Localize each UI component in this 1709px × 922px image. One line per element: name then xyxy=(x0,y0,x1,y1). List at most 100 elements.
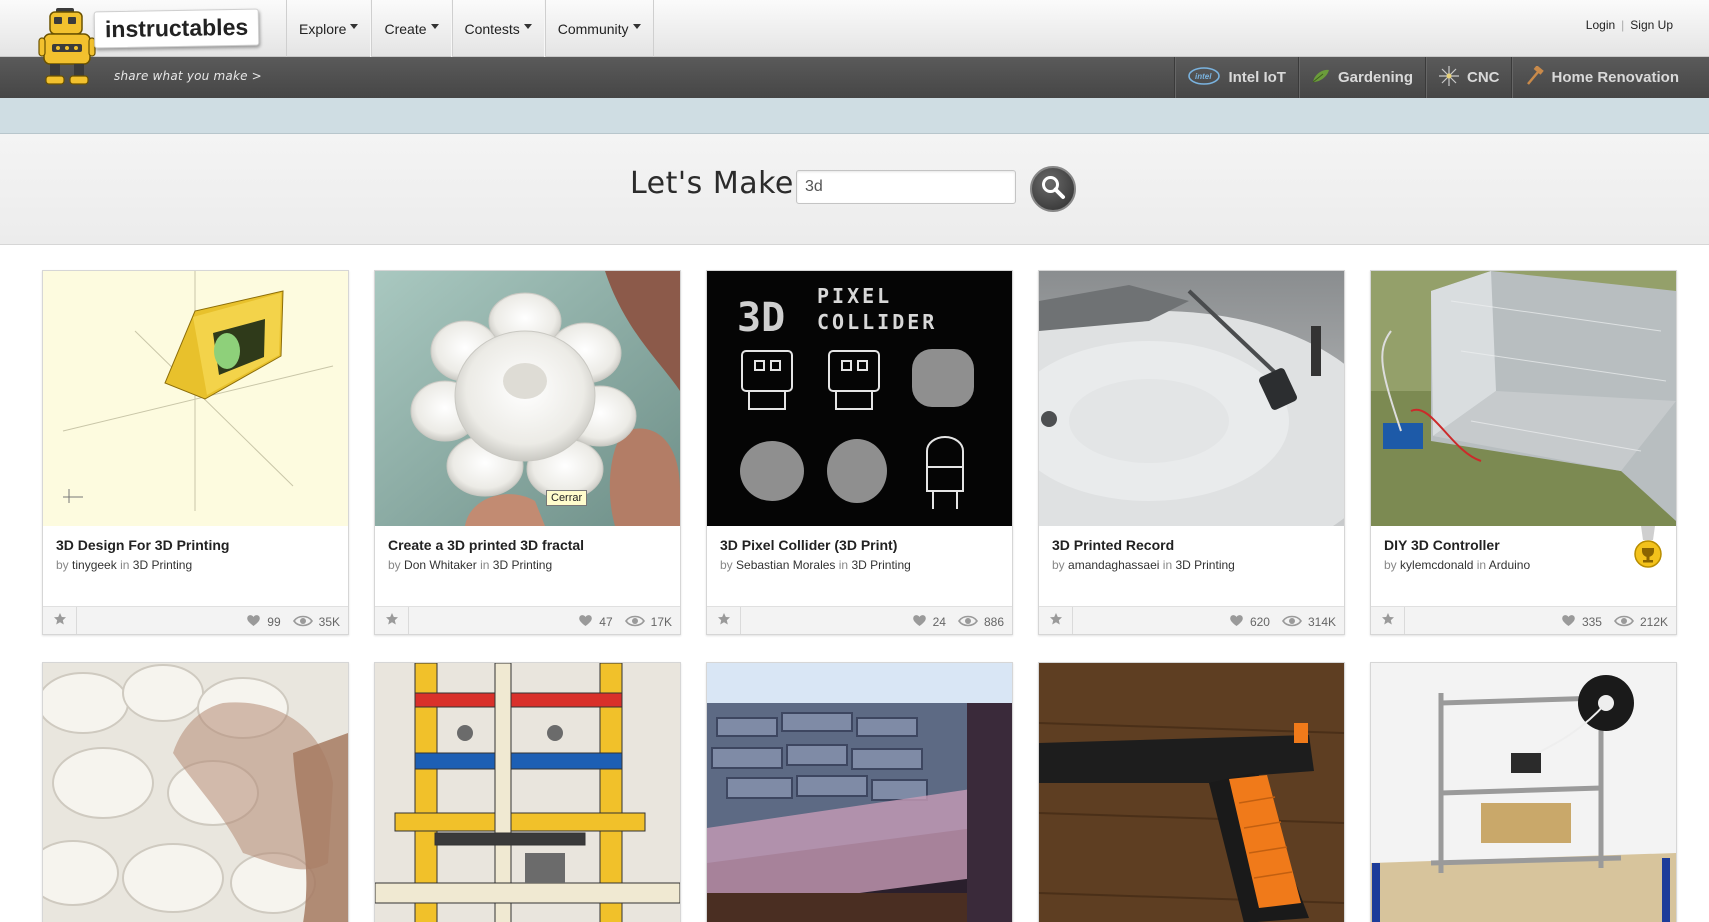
author-link[interactable]: kylemcdonald xyxy=(1400,558,1473,572)
project-card[interactable] xyxy=(374,662,681,922)
caret-down-icon xyxy=(430,24,439,29)
featured-channels: intel Intel IoT Gardening CNC Home Renov… xyxy=(1174,57,1691,98)
category-link[interactable]: 3D Printing xyxy=(1175,558,1234,572)
search-icon xyxy=(1040,174,1066,205)
card-stats: 99 35K xyxy=(246,614,340,630)
project-card[interactable]: 3D PIXEL COLLIDER 3D Pixel Collider (3D … xyxy=(706,270,1013,635)
project-thumbnail[interactable] xyxy=(1371,663,1676,922)
author-link[interactable]: amandaghassaei xyxy=(1068,558,1159,572)
heart-icon xyxy=(246,614,261,630)
project-card[interactable]: 3D Design For 3D Printing by tinygeek in… xyxy=(42,270,349,635)
star-icon xyxy=(53,612,67,631)
eye-icon xyxy=(292,615,313,630)
image-text-collider: COLLIDER xyxy=(817,310,937,334)
favorite-button[interactable] xyxy=(707,607,741,634)
favorites-count: 620 xyxy=(1249,615,1270,629)
eye-icon xyxy=(958,615,978,630)
search-button[interactable] xyxy=(1030,166,1076,212)
favorite-button[interactable] xyxy=(1039,607,1073,634)
card-footer: 47 17K xyxy=(375,606,680,634)
project-card[interactable] xyxy=(1370,662,1677,922)
card-footer: 620 314K xyxy=(1039,606,1344,634)
project-thumbnail[interactable] xyxy=(43,663,348,922)
favorite-button[interactable] xyxy=(375,607,409,634)
channel-gardening[interactable]: Gardening xyxy=(1297,57,1425,98)
project-thumbnail[interactable] xyxy=(43,271,348,526)
heart-icon xyxy=(1229,614,1244,630)
lets-make-heading: Let's Make xyxy=(630,166,794,201)
card-footer: 99 35K xyxy=(43,606,348,634)
project-card[interactable] xyxy=(42,662,349,922)
image-text-pixel: PIXEL xyxy=(817,284,892,308)
favorites-count: 47 xyxy=(599,615,613,629)
byline-in: in xyxy=(480,558,490,572)
byline-in: in xyxy=(838,558,849,572)
card-title[interactable]: 3D Printed Record xyxy=(1052,537,1174,553)
logo-wordmark: instructables xyxy=(93,8,260,49)
card-title[interactable]: 3D Pixel Collider (3D Print) xyxy=(720,537,897,553)
eye-icon xyxy=(1282,615,1302,630)
project-thumbnail[interactable] xyxy=(1039,663,1344,922)
card-title[interactable]: Create a 3D printed 3D fractal xyxy=(388,537,584,553)
channel-intel-iot-label: Intel IoT xyxy=(1228,69,1286,86)
star-icon xyxy=(1049,612,1063,631)
channel-cnc-label: CNC xyxy=(1466,69,1500,86)
views-stat: 212K xyxy=(1614,615,1668,630)
project-card[interactable] xyxy=(706,662,1013,922)
channel-intel-iot[interactable]: intel Intel IoT xyxy=(1174,57,1298,98)
nav-contests-label: Contests xyxy=(464,20,520,37)
featured-medal-icon xyxy=(1633,526,1663,575)
category-link[interactable]: 3D Printing xyxy=(133,558,192,572)
project-card[interactable]: 3D Printed Record by amandaghassaei in 3… xyxy=(1038,270,1345,635)
views-count: 314K xyxy=(1307,615,1336,629)
author-link[interactable]: Sebastian Morales xyxy=(736,558,835,572)
intel-logo-icon: intel xyxy=(1187,66,1221,90)
views-stat: 314K xyxy=(1282,615,1336,630)
project-thumbnail[interactable] xyxy=(707,663,1012,922)
favorite-button[interactable] xyxy=(1371,607,1405,634)
views-stat: 35K xyxy=(292,615,340,630)
star-icon xyxy=(385,612,399,631)
byline-by: by xyxy=(1384,558,1397,572)
author-link[interactable]: Don Whitaker xyxy=(404,558,477,572)
project-card[interactable]: Create a 3D printed 3D fractal by Don Wh… xyxy=(374,270,681,635)
project-card[interactable] xyxy=(1038,662,1345,922)
hammer-icon xyxy=(1524,64,1545,90)
project-thumbnail[interactable] xyxy=(1371,271,1676,526)
project-thumbnail[interactable] xyxy=(1039,271,1344,526)
main-nav: Explore Create Contests Community xyxy=(286,0,654,57)
caret-down-icon xyxy=(350,24,359,29)
heart-icon xyxy=(578,614,593,630)
nav-create[interactable]: Create xyxy=(371,0,452,57)
project-thumbnail[interactable] xyxy=(375,271,680,526)
category-link[interactable]: 3D Printing xyxy=(851,558,910,572)
project-card[interactable]: DIY 3D Controller by kylemcdonald in Ard… xyxy=(1370,270,1677,635)
category-link[interactable]: Arduino xyxy=(1489,558,1530,572)
search-input[interactable] xyxy=(796,170,1016,204)
tagline[interactable]: share what you make > xyxy=(114,69,262,83)
site-logo[interactable]: instructables share what you make > xyxy=(38,2,288,88)
project-thumbnail[interactable]: 3D PIXEL COLLIDER xyxy=(707,271,1012,526)
signup-link[interactable]: Sign Up xyxy=(1630,18,1673,32)
search-band: Let's Make xyxy=(0,134,1709,245)
channel-cnc[interactable]: CNC xyxy=(1424,57,1512,98)
star-icon xyxy=(717,612,731,631)
login-link[interactable]: Login xyxy=(1586,18,1615,32)
author-link[interactable]: tinygeek xyxy=(72,558,117,572)
channel-home-renovation[interactable]: Home Renovation xyxy=(1511,57,1691,98)
favorite-button[interactable] xyxy=(43,607,77,634)
nav-contests[interactable]: Contests xyxy=(451,0,545,57)
project-thumbnail[interactable] xyxy=(375,663,680,922)
byline-by: by xyxy=(56,558,69,572)
card-footer: 24 886 xyxy=(707,606,1012,634)
category-link[interactable]: 3D Printing xyxy=(493,558,552,572)
card-title[interactable]: DIY 3D Controller xyxy=(1384,537,1500,553)
views-count: 886 xyxy=(983,615,1004,629)
nav-explore[interactable]: Explore xyxy=(286,0,372,57)
nav-community[interactable]: Community xyxy=(544,0,654,57)
card-title[interactable]: 3D Design For 3D Printing xyxy=(56,537,229,553)
favorites-stat: 47 xyxy=(578,614,613,630)
card-byline: by tinygeek in 3D Printing xyxy=(56,558,192,572)
nav-community-label: Community xyxy=(557,20,629,37)
byline-by: by xyxy=(1052,558,1065,572)
